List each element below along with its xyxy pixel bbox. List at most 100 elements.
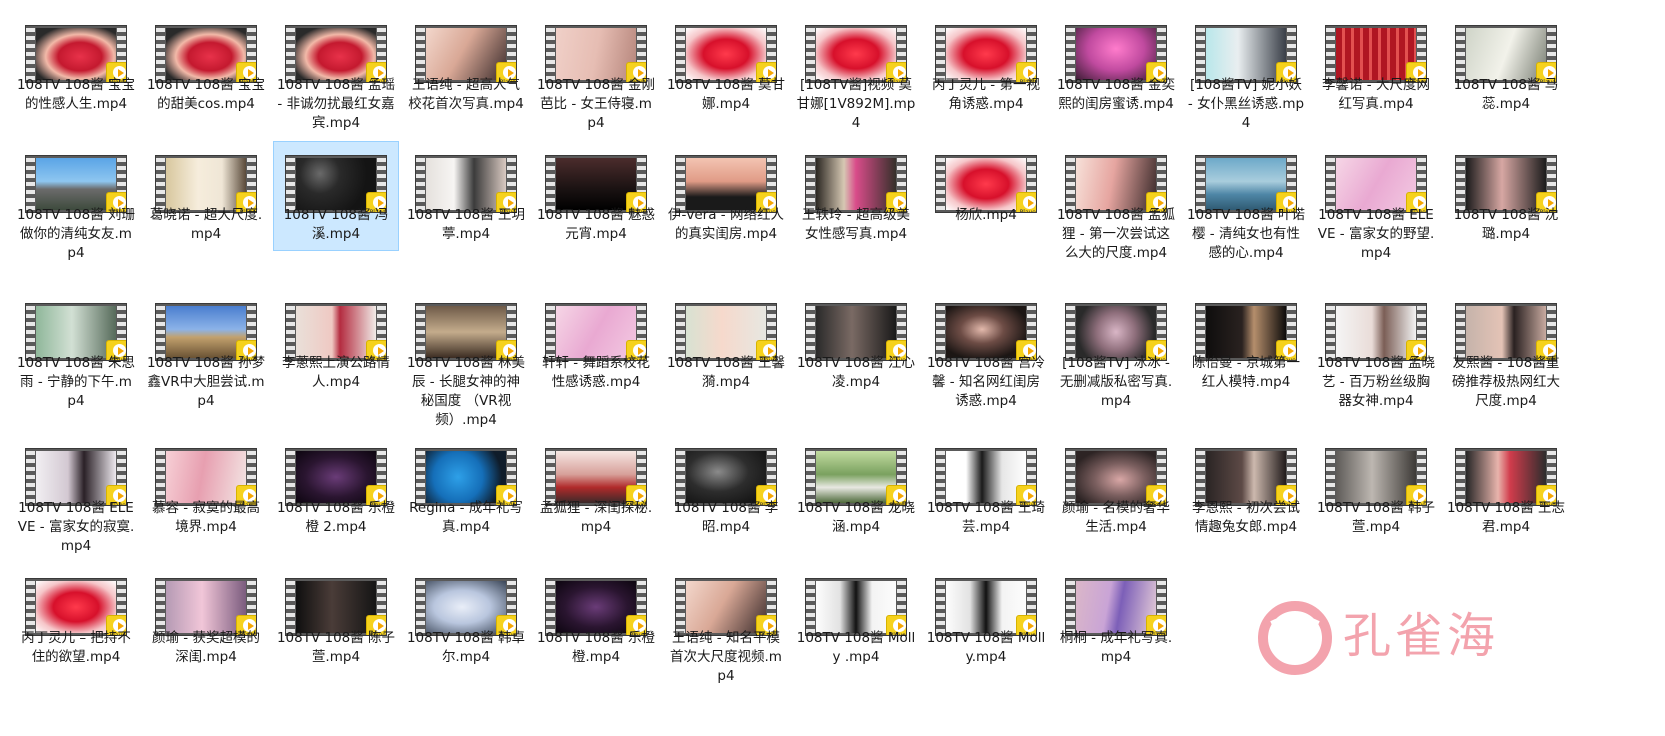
file-item[interactable]: PlayerRegina - 成年礼写真.mp4: [404, 435, 528, 555]
file-item[interactable]: Player108TV 108酱 ELEVE - 富家女的野望.mp4: [1314, 142, 1438, 262]
film-sprocket: [546, 156, 555, 212]
film-sprocket: [1326, 156, 1335, 212]
file-item[interactable]: Player108TV 108酱 宫冷馨 - 知名网红闺房诱惑.mp4: [924, 290, 1048, 410]
file-item[interactable]: Player108TV 108酱 魅惑元宵.mp4: [534, 142, 658, 262]
thumbnail-image: [1206, 451, 1286, 503]
file-item[interactable]: Player108TV 108酱 韩卓尔.mp4: [404, 565, 528, 685]
file-item[interactable]: Player[108酱TV] 妮小妖 - 女仆黑丝诱惑.mp4: [1184, 12, 1308, 132]
file-item[interactable]: Player108TV 108酱 Molly .mp4: [794, 565, 918, 685]
film-sprocket: [1196, 156, 1205, 212]
file-item[interactable]: Player108TV 108酱 孟瑶 - 非诚勿扰最红女嘉宾.mp4: [274, 12, 398, 132]
file-item[interactable]: Player108TV 108酱 王志君.mp4: [1444, 435, 1568, 555]
file-item[interactable]: Player葛晓诺 - 超大尺度.mp4: [144, 142, 268, 262]
file-item[interactable]: Player丙丁灵儿 - 第一视角诱惑.mp4: [924, 12, 1048, 132]
thumbnail-image: [946, 28, 1026, 80]
file-name: 108TV 108酱 朱思雨 - 宁静的下午.mp4: [16, 355, 136, 409]
thumbnail-image: [1336, 306, 1416, 358]
film-sprocket: [806, 449, 815, 505]
film-strip-icon: Player: [26, 304, 126, 360]
file-item[interactable]: Player轩轩 - 舞蹈系校花性感诱惑.mp4: [534, 290, 658, 410]
file-name: 108TV 108酱 乐橙橙 2.mp4: [276, 500, 396, 535]
file-name: 108TV 108酱 魅惑元宵.mp4: [536, 207, 656, 242]
file-item[interactable]: Player108TV 108酱 ELEVE - 富家女的寂寞.mp4: [14, 435, 138, 555]
thumbnail-image: [556, 306, 636, 358]
thumbnail-image: [816, 581, 896, 633]
file-item[interactable]: Player108TV 108酱 金刚芭比 - 女王侍寝.mp4: [534, 12, 658, 132]
file-item[interactable]: Player108TV 108酱 Molly.mp4: [924, 565, 1048, 685]
thumbnail-image: [1076, 451, 1156, 503]
file-item[interactable]: Player王语纯 - 超高人气校花首次写真.mp4: [404, 12, 528, 132]
file-item[interactable]: Player王轶玲 - 超高级美女性感写真.mp4: [794, 142, 918, 262]
file-item[interactable]: Player108TV 108酱 金奕熙的闺房蜜诱.mp4: [1054, 12, 1178, 132]
file-item[interactable]: Player王语纯 - 知名平模首次大尺度视频.mp4: [664, 565, 788, 685]
film-strip-icon: Player: [936, 304, 1036, 360]
file-item[interactable]: Player108TV 108酱 龙晓涵.mp4: [794, 435, 918, 555]
film-strip-icon: Player: [286, 304, 386, 360]
file-item[interactable]: Player颜瑜 - 获奖超模的深闺.mp4: [144, 565, 268, 685]
file-item[interactable]: Player[108酱TV] 冰冰 - 无删减版私密写真.mp4: [1054, 290, 1178, 410]
file-item[interactable]: Player108TV 108酱 乐橙橙 2.mp4: [274, 435, 398, 555]
file-item[interactable]: Player陈怡曼 - 京城第一红人模特.mp4: [1184, 290, 1308, 410]
file-item[interactable]: Player108TV 108酱 孟晓艺 - 百万粉丝级胸器女神.mp4: [1314, 290, 1438, 410]
file-item[interactable]: Player108TV 108酱 沈璐.mp4: [1444, 142, 1568, 262]
file-name: 108TV 108酱 叶诺樱 - 清纯女也有性感的心.mp4: [1186, 207, 1306, 261]
thumbnail-image: [166, 28, 246, 80]
file-item[interactable]: Player108TV 108酱 莫甘娜.mp4: [664, 12, 788, 132]
file-name: 108TV 108酱 ELEVE - 富家女的野望.mp4: [1317, 207, 1435, 261]
file-item[interactable]: Player108TV 108酱 乐橙橙.mp4: [534, 565, 658, 685]
file-name: [108TV酱]视频 莫甘娜[1V892M].mp4: [796, 77, 916, 131]
file-name: 葛晓诺 - 超大尺度.mp4: [149, 207, 263, 242]
file-name: 108TV 108酱 孟晓艺 - 百万粉丝级胸器女神.mp4: [1316, 355, 1436, 409]
file-item[interactable]: Player108TV 108酱 孟狐狸 - 第一次尝试这么大的尺度.mp4: [1054, 142, 1178, 262]
film-sprocket: [1326, 26, 1335, 82]
file-item[interactable]: Player108TV 108酱 冯溪.mp4: [273, 141, 399, 251]
file-name: 李恩熙 - 初次尝试情趣兔女郎.mp4: [1192, 500, 1300, 535]
thumbnail-image: [166, 581, 246, 633]
file-item[interactable]: Player颜瑜 - 名模的奢华生活.mp4: [1054, 435, 1178, 555]
file-item[interactable]: Player108TV 108酱 王琦芸.mp4: [924, 435, 1048, 555]
file-item[interactable]: Player108TV 108酱 陈子萱.mp4: [274, 565, 398, 685]
file-item[interactable]: Player丙丁灵儿 – 把持不住的欲望.mp4: [14, 565, 138, 685]
file-item[interactable]: Player慕容 - 寂寞的最高境界.mp4: [144, 435, 268, 555]
film-sprocket: [546, 579, 555, 635]
file-item[interactable]: Player108TV 108酱 朱思雨 - 宁静的下午.mp4: [14, 290, 138, 410]
file-item[interactable]: Player108TV 108酱 江心凌.mp4: [794, 290, 918, 410]
film-strip-icon: Player: [286, 579, 386, 635]
file-item[interactable]: Player108TV 108酱 宝宝的性感人生.mp4: [14, 12, 138, 132]
film-strip-icon: Player: [936, 579, 1036, 635]
film-sprocket: [416, 579, 425, 635]
film-sprocket: [26, 579, 35, 635]
file-item[interactable]: Player108TV 108酱 韩子萱.mp4: [1314, 435, 1438, 555]
file-item[interactable]: Player友熙酱 - 108酱重磅推荐极热网红大尺度.mp4: [1444, 290, 1568, 410]
file-name: 108TV 108酱 Molly .mp4: [796, 630, 916, 665]
film-sprocket: [676, 449, 685, 505]
file-item[interactable]: Player108TV 108酱 刘珊做你的清纯女友.mp4: [14, 142, 138, 262]
file-item[interactable]: Player108TV 108酱 王馨漪.mp4: [664, 290, 788, 410]
file-item[interactable]: Player108TV 108酱 王玥葶.mp4: [404, 142, 528, 262]
film-sprocket: [286, 156, 295, 212]
file-item[interactable]: Player108TV 108酱 林美辰 - 长腿女神的神秘国度 （VR视频）.…: [404, 290, 528, 428]
file-item[interactable]: Player孟狐狸 - 深闺探秘.mp4: [534, 435, 658, 555]
file-name: 桐桐 - 成年礼写真.mp4: [1059, 630, 1173, 665]
file-item[interactable]: Player李恩熙 - 初次尝试情趣兔女郎.mp4: [1184, 435, 1308, 555]
film-sprocket: [806, 26, 815, 82]
film-strip-icon: Player: [416, 449, 516, 505]
film-strip-icon: Player: [1196, 26, 1296, 82]
file-item[interactable]: Player桐桐 - 成年礼写真.mp4: [1054, 565, 1178, 685]
file-name: [108酱TV] 冰冰 - 无删减版私密写真.mp4: [1059, 355, 1173, 409]
film-strip-icon: Player: [676, 156, 776, 212]
file-item[interactable]: Player李蔥熙上演公路情人.mp4: [274, 290, 398, 410]
file-item[interactable]: Player108TV 108酱 李昭.mp4: [664, 435, 788, 555]
film-sprocket: [416, 449, 425, 505]
film-strip-icon: Player: [1326, 156, 1426, 212]
file-item[interactable]: Player108TV 108酱 马蕊.mp4: [1444, 12, 1568, 132]
file-item[interactable]: Player伊-vera - 网络红人的真实闺房.mp4: [664, 142, 788, 262]
film-sprocket: [936, 304, 945, 360]
file-item[interactable]: Player李馨诺 - 大尺度网红写真.mp4: [1314, 12, 1438, 132]
file-item[interactable]: Player108TV 108酱 孙梦鑫VR中大胆尝试.mp4: [144, 290, 268, 410]
file-item[interactable]: Player[108TV酱]视频 莫甘娜[1V892M].mp4: [794, 12, 918, 132]
file-item[interactable]: Player杨欣.mp4: [924, 142, 1048, 262]
file-item[interactable]: Player108TV 108酱 宝宝的甜美cos.mp4: [144, 12, 268, 132]
file-item[interactable]: Player108TV 108酱 叶诺樱 - 清纯女也有性感的心.mp4: [1184, 142, 1308, 262]
film-strip-icon: Player: [416, 26, 516, 82]
